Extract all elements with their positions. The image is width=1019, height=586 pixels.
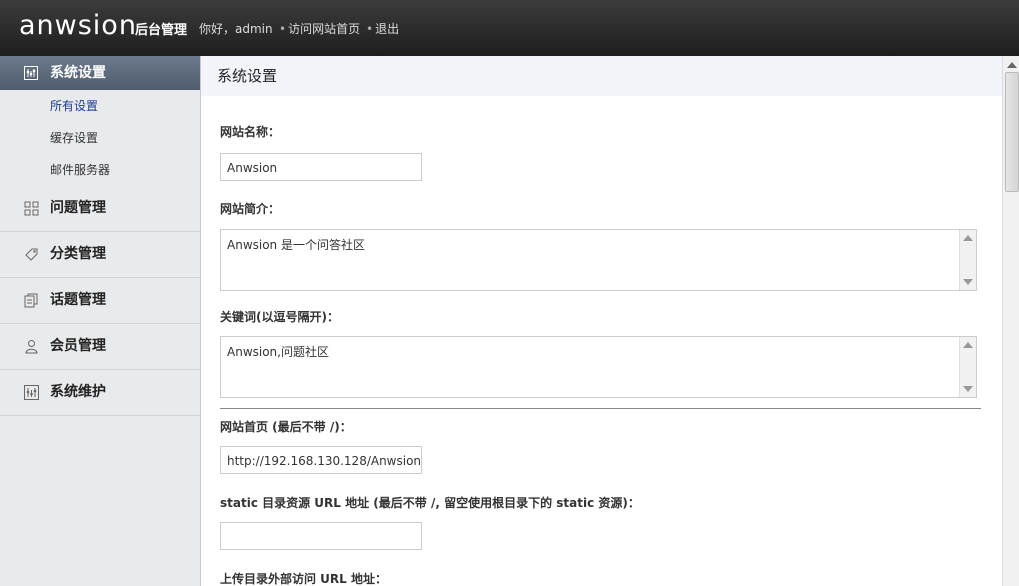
user-greeting: 你好，admin: [199, 22, 273, 36]
textarea-scrollbar[interactable]: [959, 230, 976, 290]
scroll-up-icon[interactable]: [1007, 62, 1017, 68]
admin-title: 后台管理: [135, 23, 188, 38]
sidebar-item-label: 系统维护: [50, 384, 106, 400]
section-divider: [220, 408, 981, 409]
scroll-down-icon[interactable]: [963, 279, 973, 285]
sidebar-item-label: 分类管理: [50, 246, 106, 262]
site-name-label: 网站名称：: [220, 125, 281, 139]
scroll-up-icon[interactable]: [963, 235, 973, 241]
keywords-textarea[interactable]: Anwsion,问题社区: [220, 336, 977, 398]
visit-site-link[interactable]: • 访问网站首页: [279, 20, 360, 37]
scroll-down-icon[interactable]: [963, 386, 973, 392]
scrollbar-thumb[interactable]: [1005, 72, 1019, 192]
sidebar-item-member-manage[interactable]: 会员管理: [0, 324, 200, 370]
maintenance-icon: [24, 385, 39, 400]
sidebar-group-system-settings: 系统设置 所有设置 缓存设置 邮件服务器: [0, 56, 200, 186]
logout-link[interactable]: • 退出: [366, 20, 399, 37]
top-header: anwsion 后台管理 你好，admin • 访问网站首页 • 退出: [0, 0, 1019, 56]
sidebar-item-category-manage[interactable]: 分类管理: [0, 232, 200, 278]
site-desc-textarea[interactable]: Anwsion 是一个问答社区: [220, 229, 977, 291]
sidebar-item-topic-manage[interactable]: 话题管理: [0, 278, 200, 324]
member-icon: [25, 340, 38, 354]
homepage-input[interactable]: http://192.168.130.128/Anwsion: [220, 446, 422, 474]
keywords-value: Anwsion,问题社区: [227, 345, 329, 359]
sidebar-item-system-maintenance[interactable]: 系统维护: [0, 370, 200, 416]
sidebar-subitem-all-settings[interactable]: 所有设置: [0, 90, 200, 122]
sidebar-item-question-manage[interactable]: 问题管理: [0, 186, 200, 232]
sidebar-item-label: 问题管理: [50, 200, 106, 216]
keywords-label: 关键词(以逗号隔开)：: [220, 310, 339, 324]
sidebar: 系统设置 所有设置 缓存设置 邮件服务器 问题管理 分类管理 话题管理 会员管理…: [0, 56, 201, 586]
textarea-scrollbar[interactable]: [959, 337, 976, 397]
category-icon: [25, 248, 38, 261]
bullet-icon: •: [279, 22, 287, 36]
upload-url-label: 上传目录外部访问 URL 地址：: [220, 572, 387, 586]
main-content: 系统设置 网站名称： Anwsion 网站简介： Anwsion 是一个问答社区…: [201, 56, 1002, 586]
static-url-label: static 目录资源 URL 地址 (最后不带 /, 留空使用根目录下的 st…: [220, 496, 640, 510]
topic-icon: [24, 293, 38, 308]
site-desc-label: 网站简介：: [220, 202, 281, 216]
anwsion-logo[interactable]: anwsion: [19, 10, 137, 41]
question-manage-icon: [24, 201, 39, 216]
sidebar-item-system-settings[interactable]: 系统设置: [0, 56, 200, 90]
page-title: 系统设置: [201, 56, 1002, 96]
sidebar-item-label: 话题管理: [50, 292, 106, 308]
sidebar-item-label: 会员管理: [50, 338, 106, 354]
site-desc-value: Anwsion 是一个问答社区: [227, 238, 365, 252]
page-scrollbar[interactable]: [1002, 56, 1019, 586]
sidebar-item-label: 系统设置: [50, 65, 106, 81]
sidebar-subitem-cache-settings[interactable]: 缓存设置: [0, 122, 200, 154]
bullet-icon: •: [366, 22, 374, 36]
static-url-input[interactable]: [220, 522, 422, 550]
scroll-up-icon[interactable]: [963, 342, 973, 348]
homepage-label: 网站首页 (最后不带 /)：: [220, 420, 352, 434]
sidebar-subitem-mail-server[interactable]: 邮件服务器: [0, 154, 200, 186]
settings-icon: [24, 66, 38, 80]
site-name-input[interactable]: Anwsion: [220, 153, 422, 181]
